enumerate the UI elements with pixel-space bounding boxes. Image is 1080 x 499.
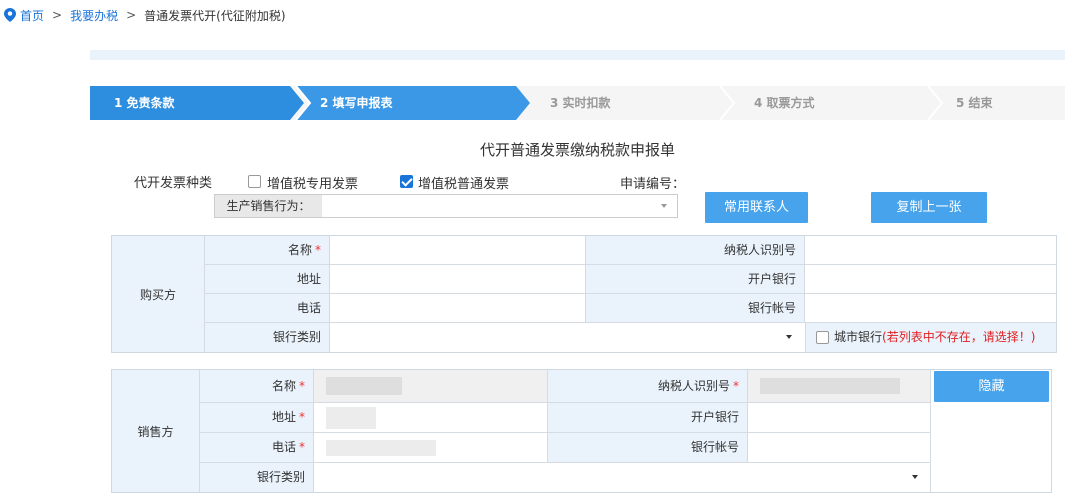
buyer-table: 购买方 名称 * 纳税人识别号 地址 开户银行 电话 银行帐号 银行类别 城市银行… bbox=[111, 235, 1057, 353]
city-bank-hint: (若列表中不存在，请选择！) bbox=[882, 330, 1036, 344]
seller-account-input[interactable] bbox=[748, 433, 931, 463]
redacted-block bbox=[326, 377, 402, 395]
invoice-type-row: 代开发票种类 增值税专用发票 增值税普通发票 申请编号： bbox=[90, 171, 1065, 192]
buyer-tax-id-input[interactable] bbox=[805, 236, 1056, 265]
seller-name-input[interactable] bbox=[314, 370, 548, 403]
buyer-address-label: 地址 bbox=[205, 265, 330, 294]
seller-bank-type-label: 银行类别 bbox=[200, 463, 314, 492]
city-bank-label[interactable]: 城市银行 bbox=[834, 330, 882, 344]
breadcrumb-home-link[interactable]: 首页 bbox=[20, 7, 44, 24]
common-contacts-button[interactable]: 常用联系人 bbox=[705, 192, 808, 223]
redacted-block bbox=[326, 407, 376, 429]
buyer-bank-label: 开户银行 bbox=[586, 265, 805, 294]
seller-bank-label: 开户银行 bbox=[548, 403, 748, 433]
production-select[interactable]: 生产销售行为： bbox=[214, 194, 678, 218]
buyer-tax-id-label: 纳税人识别号 bbox=[586, 236, 805, 265]
vat-special-checkbox[interactable] bbox=[248, 175, 261, 188]
breadcrumb-separator: > bbox=[126, 8, 137, 22]
seller-bank-input[interactable] bbox=[748, 403, 931, 433]
step-progress: 1 免责条款 2 填写申报表 3 实时扣款 4 取票方式 5 结束 bbox=[90, 86, 1065, 120]
redacted-block bbox=[326, 440, 436, 456]
step-5: 5 结束 bbox=[956, 96, 993, 110]
vat-normal-label[interactable]: 增值税普通发票 bbox=[418, 173, 509, 192]
chevron-down-icon bbox=[661, 204, 667, 208]
seller-bank-type-select[interactable] bbox=[314, 463, 931, 492]
hide-button[interactable]: 隐藏 bbox=[934, 371, 1049, 402]
seller-address-input[interactable] bbox=[314, 403, 548, 433]
copy-previous-button[interactable]: 复制上一张 bbox=[871, 192, 987, 223]
buyer-bank-type-label: 银行类别 bbox=[205, 323, 330, 352]
city-bank-option: 城市银行(若列表中不存在，请选择！) bbox=[806, 323, 1056, 352]
production-label: 生产销售行为： bbox=[215, 195, 322, 217]
chevron-down-icon bbox=[786, 335, 792, 339]
buyer-account-input[interactable] bbox=[805, 294, 1056, 323]
step-4-separator bbox=[927, 86, 944, 120]
seller-side-label: 销售方 bbox=[112, 370, 200, 492]
breadcrumb: 首页 > 我要办税 > 普通发票代开(代征附加税) bbox=[4, 6, 286, 24]
seller-phone-label: 电话 * bbox=[200, 433, 314, 463]
city-bank-checkbox[interactable] bbox=[816, 331, 829, 344]
chevron-down-icon bbox=[912, 475, 918, 479]
seller-tax-id-input[interactable] bbox=[748, 370, 931, 403]
buyer-bank-type-select[interactable] bbox=[330, 323, 806, 352]
breadcrumb-tax-link[interactable]: 我要办税 bbox=[70, 7, 118, 24]
vat-normal-checkbox[interactable] bbox=[400, 175, 413, 188]
breadcrumb-separator: > bbox=[52, 8, 63, 22]
step-4: 4 取票方式 bbox=[754, 96, 815, 110]
breadcrumb-current: 普通发票代开(代征附加税) bbox=[144, 8, 286, 23]
seller-address-label: 地址 * bbox=[200, 403, 314, 433]
step-3: 3 实时扣款 bbox=[550, 96, 611, 110]
seller-table: 销售方 名称 * 纳税人识别号 * 隐藏 地址 * 开户银行 电话 * 银行帐号 银行类… bbox=[111, 369, 1052, 493]
buyer-bank-input[interactable] bbox=[805, 265, 1056, 294]
location-pin-icon bbox=[4, 8, 16, 22]
step-2: 2 填写申报表 bbox=[320, 96, 393, 110]
seller-tax-id-label: 纳税人识别号 * bbox=[548, 370, 748, 403]
buyer-address-input[interactable] bbox=[330, 265, 586, 294]
buyer-name-input[interactable] bbox=[330, 236, 586, 265]
seller-phone-input[interactable] bbox=[314, 433, 548, 463]
form-title: 代开普通发票缴纳税款申报单 bbox=[479, 141, 675, 159]
redacted-block bbox=[760, 378, 900, 394]
buyer-phone-label: 电话 bbox=[205, 294, 330, 323]
vat-special-label[interactable]: 增值税专用发票 bbox=[267, 173, 358, 192]
apply-no-label: 申请编号： bbox=[620, 177, 686, 192]
panel-header-bar bbox=[90, 50, 1065, 60]
step-3-separator bbox=[719, 86, 736, 120]
buyer-name-label: 名称 * bbox=[205, 236, 330, 265]
invoice-type-label: 代开发票种类 bbox=[134, 176, 213, 191]
step-1: 1 免责条款 bbox=[114, 96, 175, 110]
seller-name-label: 名称 * bbox=[200, 370, 314, 403]
buyer-account-label: 银行帐号 bbox=[586, 294, 805, 323]
form-panel: 1 免责条款 2 填写申报表 3 实时扣款 4 取票方式 5 结束 代开普通发票… bbox=[90, 50, 1065, 499]
buyer-side-label: 购买方 bbox=[112, 236, 205, 352]
buyer-phone-input[interactable] bbox=[330, 294, 586, 323]
seller-account-label: 银行帐号 bbox=[548, 433, 748, 463]
